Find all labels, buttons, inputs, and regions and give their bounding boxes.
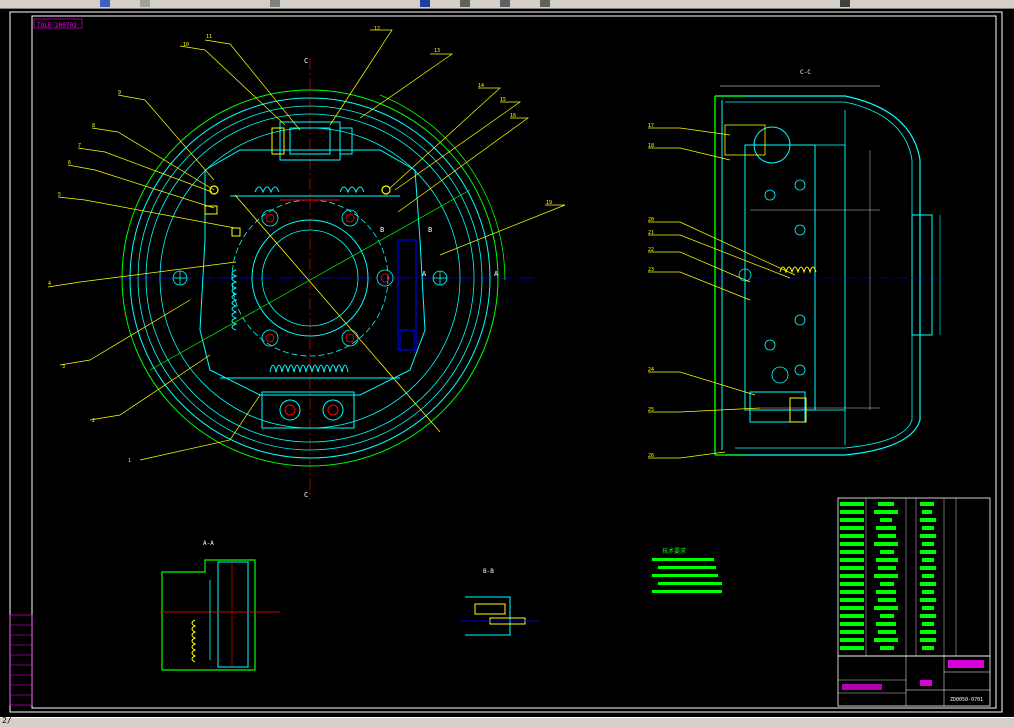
cad-drawing-canvas[interactable]: TOLE-200702 123 456 789 101112 131415 16… [0, 9, 1014, 717]
svg-text:3: 3 [62, 364, 65, 370]
svg-text:16: 16 [510, 113, 516, 119]
toolbar-icon-4[interactable] [420, 0, 430, 7]
svg-text:26: 26 [648, 453, 654, 459]
drawing-number: ZD0050-0701 [950, 697, 983, 703]
svg-text:20: 20 [648, 217, 654, 223]
technical-requirements: 技术要求 [652, 547, 722, 593]
toolbar-icon-7[interactable] [540, 0, 550, 7]
title-block: ZD0050-0701 [837, 655, 991, 707]
side-view-callout-labels: 17 18 20 21 22 23 24 25 26 [648, 123, 654, 459]
toolbar-icon-6[interactable] [500, 0, 510, 7]
svg-text:2: 2 [92, 418, 95, 424]
toolbar-icon-1[interactable] [100, 0, 110, 7]
section-cc-label: C-C [800, 69, 811, 76]
svg-text:5: 5 [58, 192, 61, 198]
toolbar-icon-8[interactable] [840, 0, 850, 7]
svg-text:8: 8 [92, 123, 95, 129]
svg-text:1: 1 [128, 458, 131, 464]
front-view [120, 58, 540, 500]
svg-text:17: 17 [648, 123, 654, 129]
tech-req-title: 技术要求 [662, 547, 686, 555]
svg-text:C: C [304, 491, 308, 499]
front-view-callout-labels: 123 456 789 101112 131415 1619 [48, 26, 552, 464]
svg-text:B: B [380, 226, 384, 234]
toolbar [0, 0, 1014, 9]
toolbar-icon-3[interactable] [270, 0, 280, 7]
svg-text:6: 6 [68, 160, 71, 166]
section-aa: A-A [160, 540, 280, 671]
svg-text:22: 22 [648, 247, 654, 253]
svg-text:12: 12 [374, 26, 380, 32]
svg-text:15: 15 [500, 97, 506, 103]
svg-text:C: C [304, 57, 308, 65]
toolbar-icon-2[interactable] [140, 0, 150, 7]
svg-text:19: 19 [546, 200, 552, 206]
sheet-code: TOLE-200702 [37, 22, 77, 29]
svg-text:14: 14 [478, 83, 484, 89]
svg-text:23: 23 [648, 267, 654, 273]
section-bb-label: B-B [483, 568, 494, 575]
parts-list [837, 497, 991, 657]
side-view: C-C [700, 69, 950, 456]
svg-text:24: 24 [648, 367, 654, 373]
svg-text:9: 9 [118, 90, 121, 96]
toolbar-icon-5[interactable] [460, 0, 470, 7]
svg-text:25: 25 [648, 407, 654, 413]
svg-text:11: 11 [206, 34, 212, 40]
section-aa-label: A-A [203, 540, 214, 547]
svg-text:B: B [428, 226, 432, 234]
section-bb: B-B [460, 568, 540, 636]
svg-text:13: 13 [434, 48, 440, 54]
svg-text:7: 7 [78, 143, 81, 149]
left-margin-table [9, 614, 33, 706]
svg-text:10: 10 [183, 42, 189, 48]
coordinate-readout: 2/ [2, 716, 12, 725]
inner-frame [31, 15, 997, 709]
svg-text:4: 4 [48, 281, 51, 287]
svg-text:A: A [422, 270, 427, 278]
svg-text:21: 21 [648, 230, 654, 236]
svg-text:18: 18 [648, 143, 654, 149]
